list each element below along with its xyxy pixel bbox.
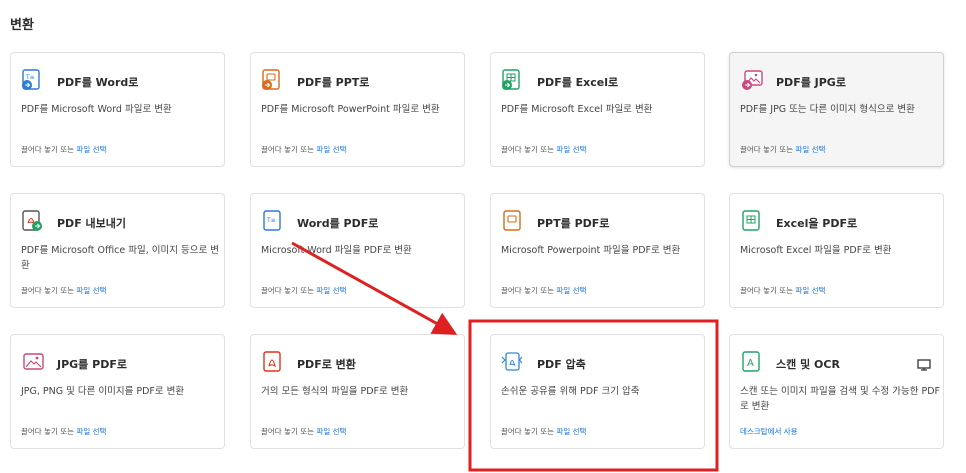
ppt-icon	[503, 210, 521, 231]
drag-drop-text: 끌어다 놓기 또는	[501, 286, 555, 295]
section-title: 변환	[10, 18, 34, 33]
card-title: JPG를 PDF로	[57, 358, 127, 371]
drag-drop-text: 끌어다 놓기 또는	[261, 427, 315, 436]
card-footer: 끌어다 놓기 또는 파일 선택	[261, 285, 346, 296]
word-icon: T≡	[263, 210, 281, 231]
select-file-link[interactable]: 파일 선택	[795, 145, 825, 154]
card-title: Excel을 PDF로	[776, 217, 858, 230]
card-export-pdf[interactable]: PDF 내보내기 PDF를 Microsoft Office 파일, 이미지 등…	[10, 193, 225, 308]
card-description: 스캔 또는 이미지 파일을 검색 및 수정 가능한 PDF로 변환	[740, 386, 940, 412]
card-pdf-to-jpg[interactable]: PDF를 JPG로 PDF를 JPG 또는 다른 이미지 형식으로 변환 끌어다…	[729, 52, 944, 167]
card-description: Microsoft Excel 파일을 PDF로 변환	[740, 245, 892, 256]
card-footer: 끌어다 놓기 또는 파일 선택	[21, 426, 106, 437]
svg-text:A: A	[747, 358, 754, 369]
card-footer: 끌어다 놓기 또는 파일 선택	[261, 144, 346, 155]
card-title: PPT를 PDF로	[537, 217, 610, 230]
card-footer: 끌어다 놓기 또는 파일 선택	[261, 426, 346, 437]
select-file-link[interactable]: 파일 선택	[316, 145, 346, 154]
card-footer: 끌어다 놓기 또는 파일 선택	[740, 285, 825, 296]
card-footer: 끌어다 놓기 또는 파일 선택	[501, 144, 586, 155]
export-pdf-icon	[22, 210, 42, 231]
word-doc-icon: T≡	[22, 69, 40, 90]
drag-drop-text: 끌어다 놓기 또는	[21, 145, 75, 154]
card-title: PDF를 JPG로	[776, 76, 846, 89]
card-compress-pdf[interactable]: PDF 압축 손쉬운 공유를 위해 PDF 크기 압축 끌어다 놓기 또는 파일…	[490, 334, 705, 449]
excel-doc-icon	[502, 69, 520, 90]
select-file-link[interactable]: 파일 선택	[556, 145, 586, 154]
card-convert-to-pdf[interactable]: PDF로 변환 거의 모든 형식의 파일을 PDF로 변환 끌어다 놓기 또는 …	[250, 334, 465, 449]
card-footer: 끌어다 놓기 또는 파일 선택	[21, 285, 106, 296]
drag-drop-text: 끌어다 놓기 또는	[21, 286, 75, 295]
card-title: PDF로 변환	[297, 358, 356, 371]
card-excel-to-pdf[interactable]: Excel을 PDF로 Microsoft Excel 파일을 PDF로 변환 …	[729, 193, 944, 308]
image-doc-icon	[742, 70, 763, 90]
card-pdf-to-word[interactable]: T≡ PDF를 Word로 PDF를 Microsoft Word 파일로 변환…	[10, 52, 225, 167]
card-description: PDF를 Microsoft PowerPoint 파일로 변환	[261, 104, 440, 115]
image-icon	[23, 353, 44, 370]
compress-icon	[501, 352, 523, 371]
card-title: PDF를 Excel로	[537, 76, 619, 89]
select-file-link[interactable]: 파일 선택	[316, 427, 346, 436]
card-footer: 끌어다 놓기 또는 파일 선택	[501, 426, 586, 437]
card-pdf-to-excel[interactable]: PDF를 Excel로 PDF를 Microsoft Excel 파일로 변환 …	[490, 52, 705, 167]
card-title: PDF 내보내기	[57, 217, 127, 230]
select-file-link[interactable]: 파일 선택	[76, 286, 106, 295]
drag-drop-text: 끌어다 놓기 또는	[21, 427, 75, 436]
ppt-doc-icon	[262, 69, 280, 90]
card-description: Microsoft Word 파일을 PDF로 변환	[261, 245, 412, 256]
select-file-link[interactable]: 파일 선택	[76, 145, 106, 154]
scan-ocr-icon: A	[742, 351, 760, 372]
card-scan-ocr[interactable]: A 스캔 및 OCR 스캔 또는 이미지 파일을 검색 및 수정 가능한 PDF…	[729, 334, 944, 449]
pdf-icon	[263, 351, 281, 372]
drag-drop-text: 끌어다 놓기 또는	[261, 145, 315, 154]
select-file-link[interactable]: 파일 선택	[795, 286, 825, 295]
drag-drop-text: 끌어다 놓기 또는	[740, 145, 794, 154]
use-on-desktop-link[interactable]: 데스크탑에서 사용	[740, 426, 798, 437]
card-description: PDF를 Microsoft Office 파일, 이미지 등으로 변환	[21, 245, 220, 271]
select-file-link[interactable]: 파일 선택	[556, 286, 586, 295]
card-footer: 끌어다 놓기 또는 파일 선택	[501, 285, 586, 296]
card-title: PDF를 Word로	[57, 76, 139, 89]
card-footer: 끌어다 놓기 또는 파일 선택	[740, 144, 825, 155]
card-title: PDF를 PPT로	[297, 76, 370, 89]
card-description: JPG, PNG 및 다른 이미지를 PDF로 변환	[21, 386, 185, 397]
card-title: Word를 PDF로	[297, 217, 379, 230]
select-file-link[interactable]: 파일 선택	[556, 427, 586, 436]
excel-icon	[742, 210, 760, 231]
card-description: 손쉬운 공유를 위해 PDF 크기 압축	[501, 386, 640, 397]
desktop-monitor-icon	[917, 359, 931, 371]
card-description: 거의 모든 형식의 파일을 PDF로 변환	[261, 386, 409, 397]
card-description: PDF를 Microsoft Word 파일로 변환	[21, 104, 172, 115]
card-description: PDF를 JPG 또는 다른 이미지 형식으로 변환	[740, 104, 915, 115]
card-description: Microsoft Powerpoint 파일을 PDF로 변환	[501, 245, 681, 256]
svg-text:T≡: T≡	[25, 74, 35, 81]
svg-text:T≡: T≡	[266, 217, 276, 224]
card-jpg-to-pdf[interactable]: JPG를 PDF로 JPG, PNG 및 다른 이미지를 PDF로 변환 끌어다…	[10, 334, 225, 449]
card-description: PDF를 Microsoft Excel 파일로 변환	[501, 104, 653, 115]
drag-drop-text: 끌어다 놓기 또는	[261, 286, 315, 295]
card-title: 스캔 및 OCR	[776, 358, 840, 371]
card-footer: 끌어다 놓기 또는 파일 선택	[21, 144, 106, 155]
drag-drop-text: 끌어다 놓기 또는	[740, 286, 794, 295]
drag-drop-text: 끌어다 놓기 또는	[501, 145, 555, 154]
drag-drop-text: 끌어다 놓기 또는	[501, 427, 555, 436]
card-ppt-to-pdf[interactable]: PPT를 PDF로 Microsoft Powerpoint 파일을 PDF로 …	[490, 193, 705, 308]
card-pdf-to-ppt[interactable]: PDF를 PPT로 PDF를 Microsoft PowerPoint 파일로 …	[250, 52, 465, 167]
select-file-link[interactable]: 파일 선택	[316, 286, 346, 295]
select-file-link[interactable]: 파일 선택	[76, 427, 106, 436]
card-title: PDF 압축	[537, 358, 586, 371]
card-word-to-pdf[interactable]: T≡ Word를 PDF로 Microsoft Word 파일을 PDF로 변환…	[250, 193, 465, 308]
